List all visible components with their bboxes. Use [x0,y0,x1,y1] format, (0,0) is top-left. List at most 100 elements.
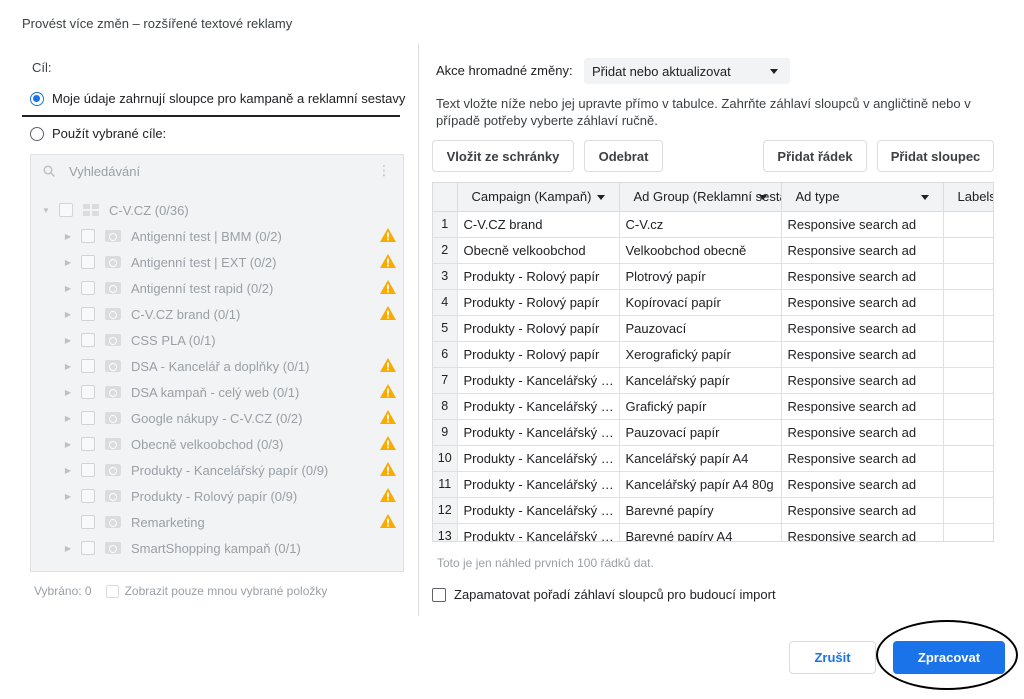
tree-checkbox[interactable] [81,489,95,503]
show-only-selected-checkbox[interactable] [105,584,119,598]
table-cell[interactable] [943,263,993,290]
expand-arrow-icon[interactable]: ▶ [63,336,73,345]
tree-checkbox[interactable] [81,229,95,243]
table-cell[interactable]: Responsive search ad [781,419,944,446]
tree-checkbox[interactable] [81,411,95,425]
tree-item[interactable]: ▶ DSA kampaň - celý web (0/1) [31,379,403,405]
radio-unselected-icon[interactable] [30,126,44,141]
tree-item[interactable]: ▶ DSA - Kancelář a doplňky (0/1) [31,353,403,379]
table-cell[interactable]: Kancelářský papír A4 [619,445,782,472]
tree-checkbox[interactable] [81,463,95,477]
tree-checkbox[interactable] [81,541,95,555]
expand-arrow-icon[interactable]: ▼ [41,206,51,215]
table-cell[interactable]: Responsive search ad [781,289,944,316]
table-cell[interactable]: Responsive search ad [781,341,944,368]
table-cell[interactable] [943,211,993,238]
table-cell[interactable]: Produkty - Kancelářský papír [457,419,620,446]
column-header-campaign[interactable]: Campaign (Kampaň) [457,183,620,212]
table-cell[interactable] [943,341,993,368]
expand-arrow-icon[interactable]: ▶ [63,284,73,293]
column-dropdown-icon[interactable] [920,195,929,200]
tree-item[interactable]: ▶ Google nákupy - C-V.CZ (0/2) [31,405,403,431]
expand-arrow-icon[interactable]: ▶ [63,544,73,553]
tree-checkbox[interactable] [81,437,95,451]
bulk-action-select[interactable]: Přidat nebo aktualizovat [584,58,790,84]
table-cell[interactable] [943,497,993,524]
table-cell[interactable]: Responsive search ad [781,445,944,472]
table-cell[interactable]: Responsive search ad [781,315,944,342]
tree-checkbox[interactable] [81,281,95,295]
table-cell[interactable]: Responsive search ad [781,471,944,498]
tree-checkbox[interactable] [81,385,95,399]
cancel-button[interactable]: Zrušit [789,641,876,674]
table-cell[interactable]: Plotrový papír [619,263,782,290]
remember-headers[interactable]: Zapamatovat pořadí záhlaví sloupců pro b… [432,587,776,602]
table-cell[interactable]: C-V.cz [619,211,782,238]
table-cell[interactable]: Produkty - Rolový papír [457,289,620,316]
table-cell[interactable]: Responsive search ad [781,211,944,238]
column-dropdown-icon[interactable] [758,195,767,200]
table-cell[interactable]: Responsive search ad [781,523,944,541]
remember-headers-checkbox[interactable] [432,587,446,602]
tree-item[interactable]: ▶ CSS PLA (0/1) [31,327,403,353]
column-header-labels[interactable]: Labels [943,183,993,212]
expand-arrow-icon[interactable]: ▶ [63,310,73,319]
table-cell[interactable]: Responsive search ad [781,367,944,394]
more-vert-icon[interactable]: ⋮ [377,163,391,177]
expand-arrow-icon[interactable]: ▶ [63,258,73,267]
tree-item[interactable]: ▶ C-V.CZ brand (0/1) [31,301,403,327]
table-cell[interactable]: Produkty - Kancelářský papír [457,471,620,498]
radio-columns-in-data[interactable]: Moje údaje zahrnují sloupce pro kampaně … [30,91,405,106]
table-cell[interactable]: Barevné papíry A4 [619,523,782,541]
table-cell[interactable] [943,315,993,342]
table-cell[interactable]: Barevné papíry [619,497,782,524]
tree-item[interactable]: ▶ Produkty - Rolový papír (0/9) [31,483,403,509]
expand-arrow-icon[interactable]: ▶ [63,388,73,397]
radio-use-selected-targets[interactable]: Použít vybrané cíle: [30,126,166,141]
column-dropdown-icon[interactable] [596,195,605,200]
expand-arrow-icon[interactable]: ▶ [63,232,73,241]
table-cell[interactable]: Kopírovací papír [619,289,782,316]
tree-item[interactable]: ▶ Antigenní test | EXT (0/2) [31,249,403,275]
table-cell[interactable] [943,523,993,541]
table-cell[interactable] [943,367,993,394]
tree-checkbox[interactable] [81,359,95,373]
expand-arrow-icon[interactable]: ▶ [63,492,73,501]
tree-checkbox[interactable] [81,255,95,269]
tree-item[interactable]: Remarketing [31,509,403,535]
table-cell[interactable] [943,237,993,264]
column-header-ad-group[interactable]: Ad Group (Reklamní sestava) [619,183,782,212]
table-cell[interactable]: Pauzovací papír [619,419,782,446]
tree-checkbox[interactable] [59,203,73,217]
table-cell[interactable]: Produkty - Kancelářský papír [457,393,620,420]
table-cell[interactable]: Responsive search ad [781,263,944,290]
table-cell[interactable] [943,289,993,316]
expand-arrow-icon[interactable]: ▶ [63,414,73,423]
tree-root[interactable]: ▼ C-V.CZ (0/36) [31,197,403,223]
table-cell[interactable] [943,471,993,498]
table-cell[interactable]: Responsive search ad [781,393,944,420]
table-cell[interactable]: Produkty - Kancelářský papír [457,497,620,524]
table-cell[interactable]: Produkty - Rolový papír [457,315,620,342]
expand-arrow-icon[interactable]: ▶ [63,440,73,449]
radio-selected-icon[interactable] [30,91,44,106]
tree-item[interactable]: ▶ Obecně velkoobchod (0/3) [31,431,403,457]
show-only-selected[interactable]: Zobrazit pouze mnou vybrané položky [105,584,327,598]
tree-item[interactable]: ▶ SmartShopping kampaň (0/1) [31,535,403,561]
table-cell[interactable] [943,393,993,420]
expand-arrow-icon[interactable]: ▶ [63,466,73,475]
table-cell[interactable]: Produkty - Rolový papír [457,263,620,290]
add-row-button[interactable]: Přidat řádek [763,140,867,172]
table-cell[interactable]: C-V.CZ brand [457,211,620,238]
table-cell[interactable]: Responsive search ad [781,497,944,524]
tree-checkbox[interactable] [81,515,95,529]
table-cell[interactable] [943,445,993,472]
table-cell[interactable]: Grafický papír [619,393,782,420]
expand-arrow-icon[interactable]: ▶ [63,362,73,371]
tree-checkbox[interactable] [81,333,95,347]
table-cell[interactable]: Obecně velkoobchod [457,237,620,264]
table-cell[interactable]: Produkty - Rolový papír [457,341,620,368]
table-cell[interactable]: Xerografický papír [619,341,782,368]
process-button[interactable]: Zpracovat [893,641,1005,674]
tree-item[interactable]: ▶ Produkty - Kancelářský papír (0/9) [31,457,403,483]
